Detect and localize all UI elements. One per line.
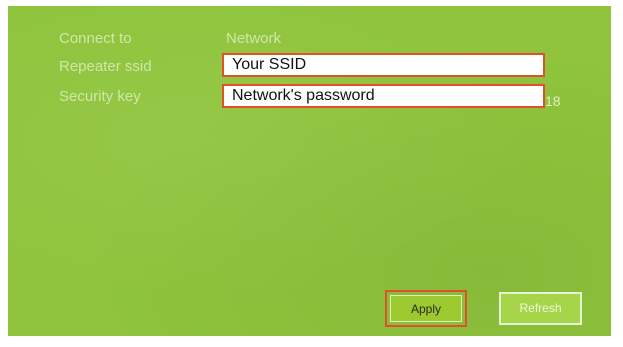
security-key-length: 18 — [545, 93, 561, 109]
repeater-ssid-input[interactable] — [222, 53, 545, 77]
repeater-settings-panel: Connect to Network Repeater ssid Securit… — [8, 6, 611, 336]
security-key-label: Security key — [59, 88, 141, 105]
repeater-ssid-label: Repeater ssid — [59, 58, 152, 75]
refresh-button[interactable]: Refresh — [499, 292, 582, 325]
connect-to-value: Network — [226, 30, 282, 47]
security-key-input[interactable] — [222, 84, 545, 108]
apply-button[interactable]: Apply — [385, 290, 467, 327]
connect-to-label: Connect to — [59, 30, 132, 47]
apply-button-label: Apply — [390, 295, 462, 322]
